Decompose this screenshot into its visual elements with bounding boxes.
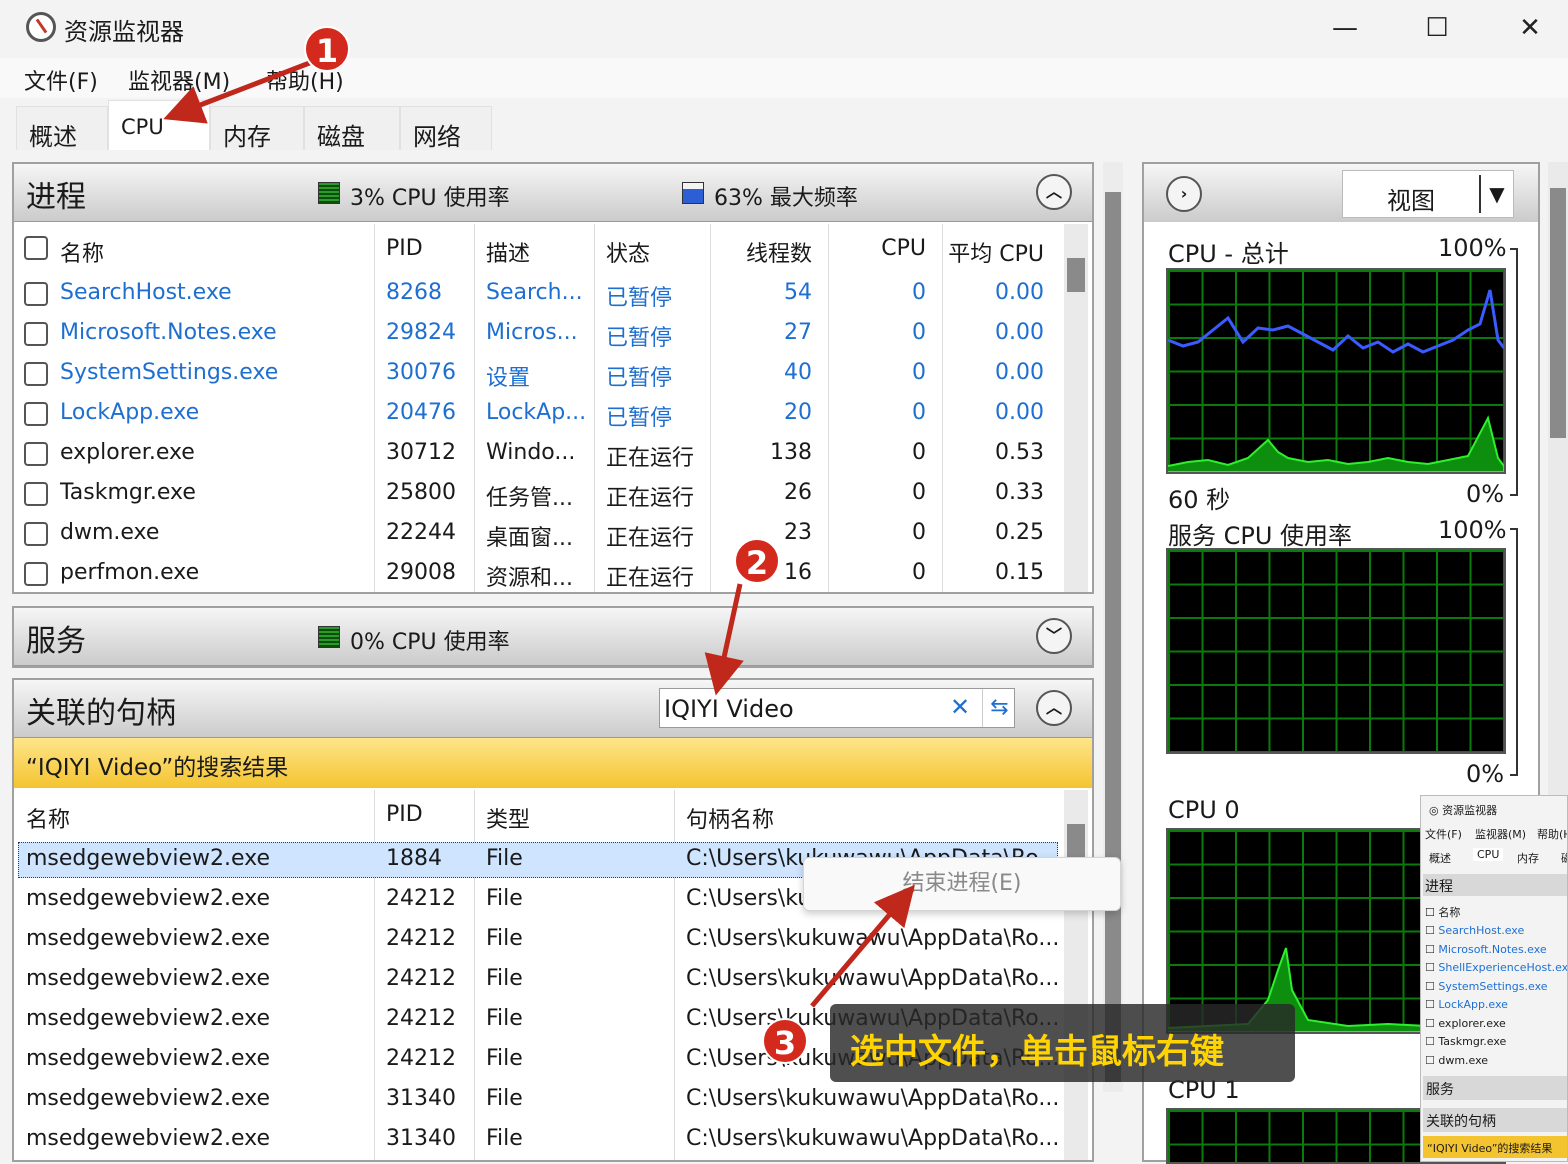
annotation-arrows [163,59,915,1008]
arrow-3 [810,884,915,1008]
arrow-2 [704,583,744,696]
instruction-caption: 选中文件，单击鼠标右键 [830,1004,1295,1082]
arrow-1 [163,59,313,124]
step-2-badge: 2 [734,538,780,584]
step-1-badge: 1 [304,26,350,72]
step-3-badge: 3 [762,1018,808,1064]
resource-monitor-window: 资源监视器 — ☐ ✕ 文件(F) 监视器(M) 帮助(H) 概述 CPU 内存… [0,0,1568,1164]
